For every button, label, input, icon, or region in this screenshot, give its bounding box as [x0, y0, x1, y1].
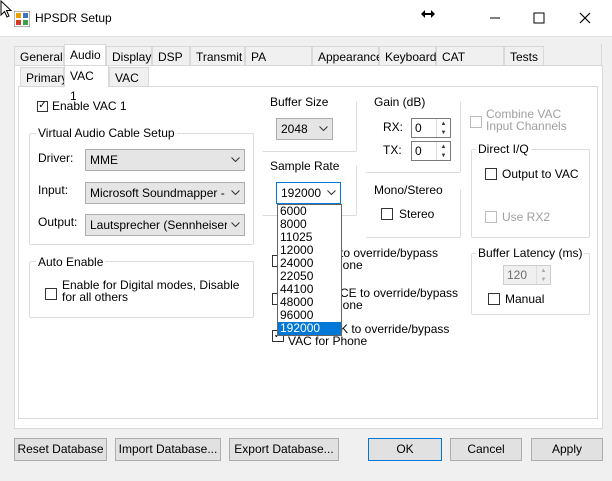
gain-tx-value: 0: [415, 144, 422, 158]
direct-iq-group: [471, 149, 590, 238]
gain-tx-label: TX:: [383, 143, 402, 157]
driver-select[interactable]: MME: [85, 149, 245, 171]
up-arrow-icon[interactable]: ▲: [437, 119, 450, 128]
driver-label: Driver:: [38, 151, 74, 165]
buffer-latency-value: 120: [507, 268, 528, 282]
import-database-button[interactable]: Import Database...: [115, 438, 221, 461]
hidden-b-line2: hone: [336, 298, 363, 312]
stereo-checkbox[interactable]: Stereo: [381, 207, 434, 221]
gain-rx-value: 0: [415, 121, 422, 135]
cancel-button[interactable]: Cancel: [450, 438, 522, 461]
tab-primary[interactable]: Primary: [20, 67, 67, 87]
input-device-select[interactable]: Microsoft Soundmapper - Inp: [85, 182, 245, 204]
sample-rate-title: Sample Rate: [270, 159, 340, 173]
manual-label: Manual: [505, 292, 545, 306]
driver-value: MME: [90, 153, 118, 167]
input-label: Input:: [38, 183, 69, 197]
direct-iq-title: Direct I/Q: [476, 142, 531, 156]
input-device-value: Microsoft Soundmapper - Inp: [90, 186, 245, 200]
checkbox-box: [381, 208, 393, 220]
output-device-select[interactable]: Lautsprecher (Sennheiser US: [85, 214, 245, 236]
chevron-down-icon: [323, 183, 340, 203]
hidden-c-line2: VAC for Phone: [288, 334, 368, 348]
tab-dsp[interactable]: DSP: [152, 46, 190, 66]
output-to-vac-label: Output to VAC: [502, 167, 579, 181]
buffer-size-value: 2048: [281, 122, 308, 136]
output-device-value: Lautsprecher (Sennheiser US: [90, 218, 245, 232]
combine-vac-line2: Input Channels: [486, 119, 567, 133]
export-database-button[interactable]: Export Database...: [229, 438, 339, 461]
combine-vac-checkbox[interactable]: Combine VAC Input Channels: [470, 108, 567, 132]
auto-enable-title: Auto Enable: [36, 255, 106, 269]
stereo-label: Stereo: [399, 207, 435, 221]
checkbox-box: [470, 116, 482, 128]
app-grid-icon: [13, 10, 31, 28]
enable-vac-label: Enable VAC 1: [52, 99, 127, 113]
manual-checkbox[interactable]: Manual: [488, 292, 544, 306]
tab-general[interactable]: General: [14, 46, 64, 66]
checkbox-box: [488, 293, 500, 305]
tab-vac-2[interactable]: VAC 2: [109, 67, 149, 105]
checkbox-box: [485, 211, 497, 223]
vac-setup-title: Virtual Audio Cable Setup: [36, 126, 177, 140]
checkmark-icon: ✓: [37, 100, 48, 112]
buffer-latency-spinner[interactable]: 120 ▲ ▼: [503, 265, 551, 285]
gain-rx-label: RX:: [383, 120, 404, 134]
tab-audio[interactable]: Audio: [64, 44, 106, 66]
gain-tx-spinner[interactable]: 0 ▲ ▼: [411, 141, 451, 161]
down-arrow-icon[interactable]: ▼: [437, 151, 450, 160]
tab-keyboard[interactable]: Keyboard: [379, 46, 436, 66]
maximize-button[interactable]: [516, 0, 562, 36]
title-bar: HPSDR Setup: [0, 0, 612, 36]
output-label: Output:: [38, 215, 78, 229]
close-button[interactable]: [562, 0, 608, 36]
tab-display[interactable]: Display: [106, 46, 152, 66]
reset-database-button[interactable]: Reset Database: [14, 438, 107, 461]
mono-stereo-title: Mono/Stereo: [374, 183, 443, 197]
chevron-down-icon: [227, 150, 244, 170]
hidden-a-line2: hone: [336, 258, 363, 272]
use-rx2-checkbox[interactable]: Use RX2: [485, 210, 550, 224]
down-arrow-icon[interactable]: ▼: [437, 128, 450, 137]
chevron-down-icon: [315, 119, 332, 139]
checkbox-box: [485, 168, 497, 180]
buffer-latency-title: Buffer Latency (ms): [476, 246, 585, 260]
tab-tests[interactable]: Tests: [504, 46, 544, 66]
sample-rate-option-selected[interactable]: 192000: [278, 322, 341, 335]
minimize-button[interactable]: [472, 0, 518, 36]
gain-rx-spinner[interactable]: 0 ▲ ▼: [411, 118, 451, 138]
auto-enable-line2: for all others: [62, 290, 129, 304]
chevron-down-icon: [227, 215, 244, 235]
apply-button[interactable]: Apply: [531, 438, 603, 461]
chevron-down-icon: [227, 183, 244, 203]
auto-enable-checkbox[interactable]: Enable for Digital modes, Disable for al…: [45, 279, 239, 303]
up-arrow-icon[interactable]: ▲: [437, 142, 450, 151]
tab-cat-control[interactable]: CAT Control: [436, 46, 504, 84]
sample-rate-dropdown: 6000 8000 11025 12000 24000 22050 44100 …: [277, 204, 342, 336]
tab-vac-1[interactable]: VAC 1: [64, 65, 109, 103]
main-tab-strip: General Audio Display DSP Transmit PA Se…: [14, 44, 544, 84]
tab-pa-settings[interactable]: PA Settings: [245, 46, 312, 84]
sample-rate-select[interactable]: 192000: [276, 182, 341, 204]
enable-vac-checkbox[interactable]: ✓ Enable VAC 1: [37, 99, 127, 113]
use-rx2-label: Use RX2: [502, 210, 551, 224]
tab-appearance[interactable]: Appearance: [312, 46, 383, 66]
gain-title: Gain (dB): [374, 95, 426, 109]
window-title: HPSDR Setup: [35, 11, 112, 25]
up-arrow-icon[interactable]: ▲: [537, 266, 550, 275]
buffer-size-title: Buffer Size: [270, 95, 329, 109]
down-arrow-icon[interactable]: ▼: [537, 275, 550, 284]
checkbox-box: [45, 288, 57, 300]
tab-transmit[interactable]: Transmit: [190, 46, 245, 66]
resize-cursor-icon: [420, 6, 436, 22]
mouse-cursor-icon: [0, 0, 14, 23]
ok-button[interactable]: OK: [368, 438, 442, 461]
buffer-size-select[interactable]: 2048: [276, 118, 333, 140]
sample-rate-value: 192000: [281, 186, 322, 200]
sub-tab-strip: Primary VAC 1 VAC 2: [20, 65, 149, 105]
output-to-vac-checkbox[interactable]: Output to VAC: [485, 167, 578, 181]
